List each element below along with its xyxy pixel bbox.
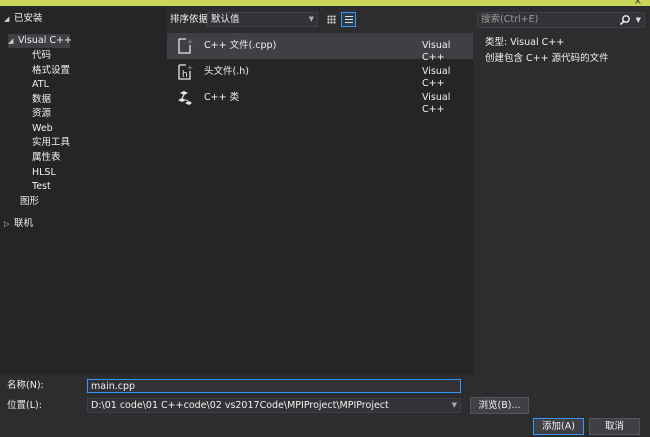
tree-item-graphics[interactable]: 图形 xyxy=(20,195,39,209)
template-description: 创建包含 C++ 源代码的文件 xyxy=(485,53,609,64)
type-value: Visual C++ xyxy=(510,37,565,48)
tree-item-label: ATL xyxy=(32,79,49,90)
template-item-cpp-file[interactable]: ++ C++ 文件(.cpp) Visual C++ xyxy=(167,33,473,63)
tree-item-online[interactable]: ▷ 联机 xyxy=(4,217,33,231)
tree-item-label: 属性表 xyxy=(32,152,61,163)
add-button[interactable]: 添加(A) xyxy=(533,418,584,435)
search-box[interactable]: 搜索(Ctrl+E) ▼ xyxy=(477,12,645,28)
tree-item-web[interactable]: Web xyxy=(32,122,53,136)
cancel-button[interactable]: 取消 xyxy=(589,418,640,435)
tree-item-hlsl[interactable]: HLSL xyxy=(32,166,56,180)
tree-item-label: 图形 xyxy=(20,196,40,207)
tree-item-visual-cpp[interactable]: ◢ Visual C++ xyxy=(8,34,72,48)
template-type: 类型: Visual C++ xyxy=(485,37,564,49)
tree-item-label: Test xyxy=(32,181,51,192)
name-field[interactable] xyxy=(87,379,461,393)
close-icon[interactable]: × xyxy=(634,0,642,7)
type-label: 类型: xyxy=(485,37,508,48)
expanded-arrow-icon[interactable]: ◢ xyxy=(4,12,14,26)
tree-item-label: 资源 xyxy=(32,108,52,119)
tree-item-label: 数据 xyxy=(32,94,52,105)
tree-item-label: 格式设置 xyxy=(32,65,71,76)
tree-item-test[interactable]: Test xyxy=(32,180,51,194)
tree-item-label: 实用工具 xyxy=(32,137,71,148)
grid-view-icon xyxy=(327,15,336,24)
template-name: C++ 类 xyxy=(204,92,240,103)
search-icon[interactable] xyxy=(619,14,631,26)
tree-item-label: Web xyxy=(32,123,53,134)
tree-item-label: HLSL xyxy=(32,167,56,178)
template-name: 头文件(.h) xyxy=(204,66,249,77)
chevron-down-icon: ▼ xyxy=(308,15,314,23)
list-view-icon xyxy=(345,16,353,24)
list-view-button[interactable] xyxy=(341,12,356,27)
category-tree: ◢ 已安装 ◢ Visual C++ 代码 格式设置 ATL 数据 资源 Web 实… xyxy=(0,6,167,374)
tree-item-label: 联机 xyxy=(14,218,34,229)
tree-item-label: Visual C++ xyxy=(18,35,72,46)
location-label: 位置(L): xyxy=(7,400,42,411)
tree-item-resources[interactable]: 资源 xyxy=(32,107,51,121)
template-item-cpp-class[interactable]: C++ 类 Visual C++ xyxy=(167,85,473,115)
tree-item-label: 代码 xyxy=(32,50,52,61)
template-list: ++ C++ 文件(.cpp) Visual C++ h ++ 头文件(.h) … xyxy=(167,33,473,374)
name-label: 名称(N): xyxy=(7,380,44,391)
chevron-down-icon[interactable]: ▼ xyxy=(636,14,641,26)
chevron-down-icon[interactable]: ▼ xyxy=(452,399,457,412)
tree-item-property-sheets[interactable]: 属性表 xyxy=(32,151,61,165)
svg-text:++: ++ xyxy=(187,64,194,72)
template-name: C++ 文件(.cpp) xyxy=(204,40,277,51)
header-file-icon: h ++ xyxy=(178,64,194,80)
collapsed-arrow-icon[interactable]: ▷ xyxy=(4,217,14,231)
tree-item-formatting[interactable]: 格式设置 xyxy=(32,64,70,78)
svg-text:++: ++ xyxy=(187,38,194,46)
template-language: Visual C++ xyxy=(422,92,451,115)
location-value: D:\01 code\01 C++code\02 vs2017Code\MPIP… xyxy=(91,400,389,411)
location-field[interactable]: D:\01 code\01 C++code\02 vs2017Code\MPIP… xyxy=(87,398,461,413)
search-placeholder: 搜索(Ctrl+E) xyxy=(481,14,539,25)
sort-dropdown[interactable]: 默认值 ▼ xyxy=(207,12,318,27)
tree-item-atl[interactable]: ATL xyxy=(32,78,49,92)
tree-item-label: 已安装 xyxy=(14,13,43,24)
tree-item-installed[interactable]: ◢ 已安装 xyxy=(4,12,43,26)
cpp-file-icon: ++ xyxy=(178,38,194,54)
tree-item-data[interactable]: 数据 xyxy=(32,93,51,107)
sort-value: 默认值 xyxy=(211,14,240,25)
cpp-class-icon xyxy=(178,91,192,105)
tree-item-code[interactable]: 代码 xyxy=(32,49,51,63)
sort-label: 排序依据: xyxy=(170,14,212,25)
grid-view-button[interactable] xyxy=(324,12,339,27)
template-item-header-file[interactable]: h ++ 头文件(.h) Visual C++ xyxy=(167,59,473,89)
browse-button[interactable]: 浏览(B)... xyxy=(470,397,529,414)
tree-item-utilities[interactable]: 实用工具 xyxy=(32,136,70,150)
expanded-arrow-icon[interactable]: ◢ xyxy=(8,34,18,48)
